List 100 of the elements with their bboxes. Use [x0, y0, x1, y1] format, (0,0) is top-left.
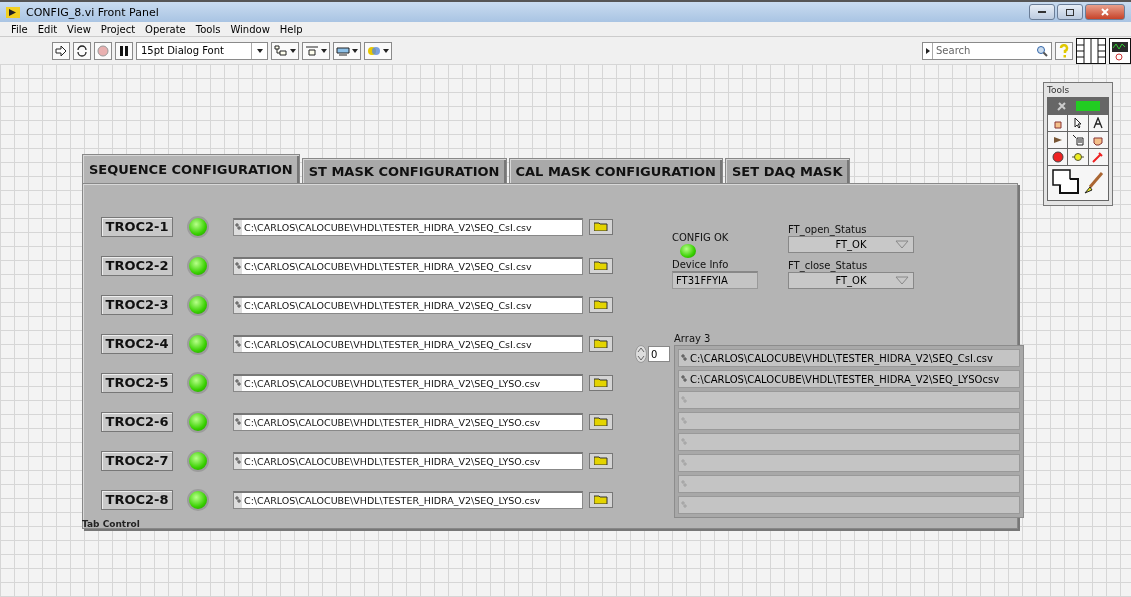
- text-tool-icon[interactable]: [1092, 117, 1105, 129]
- dropdown-arrow-icon: [895, 240, 909, 249]
- folder-icon: [594, 456, 608, 465]
- menu-item[interactable]: Edit: [32, 23, 63, 35]
- tab[interactable]: SEQUENCE CONFIGURATION: [82, 154, 300, 183]
- path-icon: [235, 418, 241, 426]
- breakpoint-icon[interactable]: [1051, 151, 1064, 163]
- search-field[interactable]: Search: [922, 41, 1052, 60]
- path-field[interactable]: C:\CARLOS\CALOCUBE\VHDL\TESTER_HIDRA_V2\SEQ_CsI.csv: [233, 217, 583, 236]
- array-element[interactable]: C:\CARLOS\CALOCUBE\VHDL\TESTER_HIDRA_V2\SEQ_CsI.csv: [678, 349, 1020, 367]
- minimize-button[interactable]: [1029, 4, 1055, 20]
- path-icon: [235, 262, 241, 270]
- array-label: Array 3: [674, 333, 712, 344]
- menu-item[interactable]: Project: [95, 23, 141, 35]
- path-icon: [681, 375, 687, 383]
- vi-icon[interactable]: [1109, 37, 1131, 64]
- increment-decrement-icon[interactable]: [635, 345, 647, 363]
- tab-control-label: Tab Control: [82, 519, 140, 529]
- distribute-icon: [305, 44, 319, 57]
- align-button[interactable]: [271, 41, 299, 60]
- path-field[interactable]: C:\CARLOS\CALOCUBE\VHDL\TESTER_HIDRA_V2\SEQ_LYSO.csv: [233, 412, 583, 431]
- menu-item[interactable]: Tools: [190, 23, 226, 35]
- browse-button[interactable]: [589, 491, 613, 508]
- paintbrush-icon[interactable]: [1082, 171, 1104, 195]
- path-field[interactable]: C:\CARLOS\CALOCUBE\VHDL\TESTER_HIDRA_V2\SEQ_CsI.csv: [233, 256, 583, 275]
- color-copy-icon[interactable]: [1052, 169, 1082, 197]
- browse-button[interactable]: [589, 296, 613, 313]
- distribute-button[interactable]: [302, 41, 330, 60]
- scroll-hand-icon[interactable]: [1092, 134, 1105, 146]
- caret-icon: [256, 48, 263, 53]
- troc-button[interactable]: TROC2-2: [101, 255, 173, 276]
- path-field[interactable]: C:\CARLOS\CALOCUBE\VHDL\TESTER_HIDRA_V2\SEQ_CsI.csv: [233, 334, 583, 353]
- probe-icon[interactable]: [1072, 151, 1084, 163]
- palette-title: Tools: [1047, 85, 1071, 95]
- device-info-field: FT31FFYIA: [672, 271, 758, 289]
- folder-icon: [594, 495, 608, 504]
- browse-button[interactable]: [589, 374, 613, 391]
- help-icon: [1059, 43, 1069, 58]
- close-button[interactable]: [1085, 4, 1125, 20]
- connector-pane-icon[interactable]: [1076, 37, 1106, 64]
- help-button[interactable]: [1055, 41, 1073, 60]
- wiring-spool-icon[interactable]: [1051, 134, 1064, 146]
- config-ok-label: CONFIG OK: [672, 232, 730, 243]
- reorder-icon: [367, 44, 381, 57]
- minimize-icon: [1038, 10, 1046, 14]
- path-icon: [235, 496, 241, 504]
- close-icon: [1101, 8, 1109, 16]
- troc-button[interactable]: TROC2-4: [101, 333, 173, 354]
- status-ring[interactable]: FT_OK: [788, 272, 914, 289]
- path-field[interactable]: C:\CARLOS\CALOCUBE\VHDL\TESTER_HIDRA_V2\SEQ_LYSO.csv: [233, 373, 583, 392]
- folder-icon: [594, 378, 608, 387]
- browse-button[interactable]: [589, 257, 613, 274]
- caret-icon: [321, 48, 327, 53]
- maximize-button[interactable]: [1057, 4, 1083, 20]
- stop-icon: [97, 44, 109, 57]
- menu-item[interactable]: Help: [274, 23, 308, 35]
- path-icon: [235, 223, 241, 231]
- reorder-button[interactable]: [364, 41, 392, 60]
- maximize-icon: [1066, 8, 1074, 16]
- troc-button[interactable]: TROC2-1: [101, 216, 173, 237]
- menu-item[interactable]: Window: [225, 23, 275, 35]
- folder-icon: [594, 339, 608, 348]
- path-icon: [681, 459, 687, 467]
- path-field[interactable]: C:\CARLOS\CALOCUBE\VHDL\TESTER_HIDRA_V2\SEQ_LYSO.csv: [233, 451, 583, 470]
- folder-icon: [594, 261, 608, 270]
- window-title: CONFIG_8.vi Front Panel: [26, 5, 159, 19]
- troc-button[interactable]: TROC2-3: [101, 294, 173, 315]
- shortcut-menu-icon[interactable]: [1072, 134, 1084, 146]
- caret-icon: [383, 48, 389, 53]
- menu-item[interactable]: Operate: [140, 23, 191, 35]
- array-element[interactable]: C:\CARLOS\CALOCUBE\VHDL\TESTER_HIDRA_V2\SEQ_LYSOcsv: [678, 370, 1020, 388]
- browse-button[interactable]: [589, 335, 613, 352]
- menu-item[interactable]: File: [6, 23, 33, 35]
- resize-button[interactable]: [333, 41, 361, 60]
- troc-button[interactable]: TROC2-8: [101, 489, 173, 510]
- run-continuously-button[interactable]: [73, 41, 91, 60]
- status-ring[interactable]: FT_OK: [788, 236, 914, 253]
- tab[interactable]: CAL MASK CONFIGURATION: [508, 158, 723, 183]
- tab[interactable]: SET DAQ MASK: [725, 158, 850, 183]
- pointer-icon[interactable]: [1072, 117, 1084, 129]
- troc-button[interactable]: TROC2-5: [101, 372, 173, 393]
- path-icon: [235, 301, 241, 309]
- menu-item[interactable]: View: [62, 23, 96, 35]
- path-field[interactable]: C:\CARLOS\CALOCUBE\VHDL\TESTER_HIDRA_V2\SEQ_CsI.csv: [233, 295, 583, 314]
- index-field[interactable]: 0: [648, 346, 670, 362]
- path-icon: [235, 379, 241, 387]
- browse-button[interactable]: [589, 452, 613, 469]
- browse-button[interactable]: [589, 218, 613, 235]
- path-field[interactable]: C:\CARLOS\CALOCUBE\VHDL\TESTER_HIDRA_V2\SEQ_LYSO.csv: [233, 490, 583, 509]
- font-dropdown[interactable]: 15pt Dialog Font: [136, 41, 268, 60]
- color-picker-icon[interactable]: [1092, 151, 1105, 163]
- pause-button[interactable]: [115, 41, 133, 60]
- troc-button[interactable]: TROC2-6: [101, 411, 173, 432]
- tab[interactable]: ST MASK CONFIGURATION: [301, 158, 507, 183]
- browse-button[interactable]: [589, 413, 613, 430]
- run-button[interactable]: [52, 41, 70, 60]
- troc-button[interactable]: TROC2-7: [101, 450, 173, 471]
- app-icon: [6, 6, 20, 18]
- align-icon: [274, 44, 288, 57]
- path-icon: [681, 480, 687, 488]
